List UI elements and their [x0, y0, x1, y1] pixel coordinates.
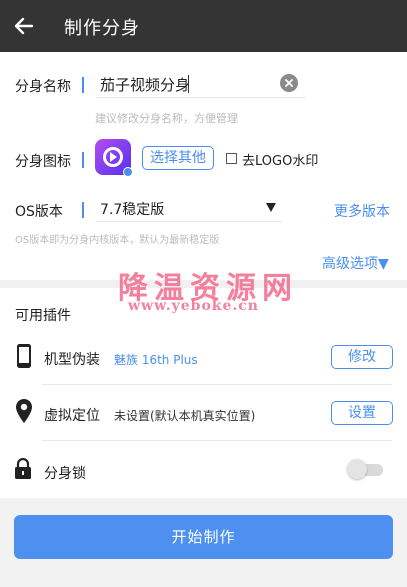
phone-icon — [16, 343, 32, 373]
plugins-section-title: 可用插件 — [15, 308, 71, 324]
os-version-value: 7.7稳定版 — [100, 202, 165, 218]
edit-device-button[interactable]: 修改 — [331, 345, 393, 369]
location-pin-icon — [15, 398, 33, 428]
watermark-url: www.yeboke.cn — [128, 298, 259, 314]
clone-name-value: 茄子视频分身 — [100, 76, 191, 94]
play-triangle-icon — [110, 152, 117, 162]
row-divider — [42, 384, 392, 385]
label-separator — [82, 152, 84, 168]
dropdown-arrow-icon — [266, 203, 276, 212]
advanced-options-link[interactable]: 高级选项▼ — [322, 253, 389, 273]
clone-badge-icon — [123, 167, 133, 177]
os-version-hint: OS版本即为分身内核版本，默认为最新稳定版 — [15, 235, 220, 246]
lock-icon — [14, 457, 32, 484]
row-divider — [42, 440, 392, 441]
lock-toggle-knob[interactable] — [347, 459, 367, 479]
app-bar: 制作分身 — [0, 0, 407, 52]
os-version-label: OS版本 — [15, 204, 63, 220]
name-hint: 建议修改分身名称，方便管理 — [95, 112, 238, 125]
text-caret — [188, 75, 189, 93]
plugin-name-device: 机型伪装 — [44, 352, 100, 368]
set-location-button[interactable]: 设置 — [331, 401, 393, 425]
clone-name-input[interactable]: 茄子视频分身 — [96, 72, 306, 98]
clone-app-icon — [95, 139, 133, 177]
label-separator — [82, 77, 84, 93]
remove-logo-label[interactable]: 去LOGO水印 — [242, 150, 318, 169]
page-title: 制作分身 — [64, 18, 140, 39]
icon-label: 分身图标 — [15, 154, 71, 170]
start-create-button[interactable]: 开始制作 — [14, 515, 393, 559]
plugin-value-location: 未设置(默认本机真实位置) — [114, 409, 256, 423]
plugin-value-device: 魅族 16th Plus — [114, 353, 198, 367]
back-arrow-icon[interactable] — [12, 14, 36, 38]
label-separator — [82, 202, 84, 218]
name-label: 分身名称 — [15, 79, 71, 95]
plugin-name-lock: 分身锁 — [44, 466, 86, 482]
choose-other-icon-button[interactable]: 选择其他 — [142, 146, 214, 170]
os-version-select[interactable]: 7.7稳定版 — [96, 197, 282, 222]
plugin-name-location: 虚拟定位 — [44, 408, 100, 424]
clear-circle-icon[interactable] — [280, 74, 298, 92]
remove-logo-checkbox[interactable] — [226, 153, 237, 164]
more-versions-link[interactable]: 更多版本 — [334, 201, 390, 221]
